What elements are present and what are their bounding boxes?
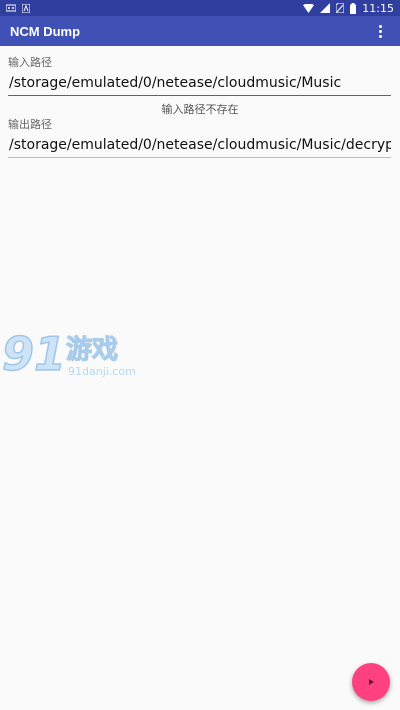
watermark-number: 91 xyxy=(2,328,66,381)
output-path-label: 输出路径 xyxy=(8,118,52,131)
status-right-icons: 11:15 xyxy=(303,2,394,15)
wifi-icon xyxy=(303,3,315,13)
no-sim-icon xyxy=(336,3,345,13)
app-title: NCM Dump xyxy=(10,23,81,39)
overflow-menu-icon[interactable] xyxy=(370,19,390,43)
accessibility-icon xyxy=(22,3,30,13)
watermark-site: 91danji.com xyxy=(68,365,136,378)
vpn-key-icon xyxy=(6,4,16,12)
output-path-field[interactable] xyxy=(8,134,391,158)
play-arrow-icon xyxy=(369,679,374,685)
input-path-label: 输入路径 xyxy=(8,56,52,69)
input-path-field[interactable] xyxy=(8,72,391,96)
status-bar: 11:15 xyxy=(0,0,400,16)
app-bar: NCM Dump xyxy=(0,16,400,46)
watermark-brand: 游戏 xyxy=(66,335,118,365)
watermark-logo: 91 游戏 91danji.com xyxy=(1,326,142,383)
signal-icon xyxy=(320,3,331,13)
battery-icon xyxy=(350,2,357,14)
status-left-icons xyxy=(6,3,30,13)
status-time: 11:15 xyxy=(362,1,394,15)
input-path-error: 输入路径不存在 xyxy=(161,103,239,116)
run-fab-button[interactable] xyxy=(352,663,390,701)
